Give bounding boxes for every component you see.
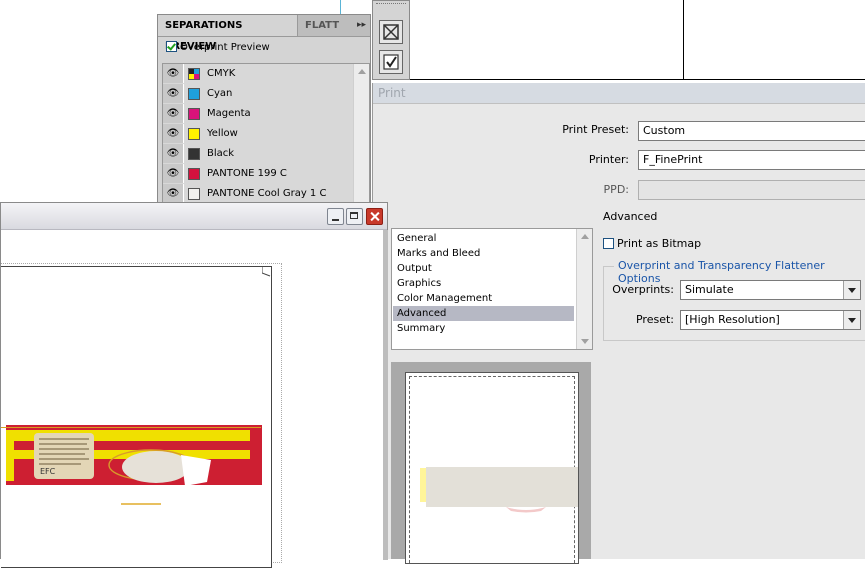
print-dialog: Print Print Preset: Custom Printer: F_Fi… [372,83,865,564]
tab-flattener-preview[interactable]: FLATT [298,15,348,36]
overprints-label: Overprints: [612,283,674,296]
document-scrollbar[interactable] [383,230,388,560]
dialog-title: Print [373,83,865,104]
category-item[interactable]: Summary [393,321,574,336]
label-code-text: EFC [40,467,56,476]
overprints-value: Simulate [685,283,734,296]
preset-select[interactable]: [High Resolution] [680,310,861,330]
print-as-bitmap-checkbox[interactable]: Print as Bitmap [603,237,701,250]
section-title: Advanced [603,210,658,223]
eye-icon[interactable]: 👁 [163,184,184,203]
category-item[interactable]: General [393,231,574,246]
panel-menu-icon[interactable]: ▸▸ [357,15,366,36]
print-preview-page [405,372,579,564]
maximize-icon[interactable] [346,208,363,225]
separation-row[interactable]: 👁 Cyan [163,84,353,105]
page-boundary-line [340,0,341,14]
overprints-select[interactable]: Simulate [680,280,861,300]
overprint-flattener-group: Overprint and Transparency Flattener Opt… [603,259,865,341]
print-preset-label: Print Preset: [562,123,629,136]
separation-name: PANTONE 199 C [207,168,287,179]
print-preview-artwork [420,467,578,513]
page-corner-fold [262,266,271,277]
category-item[interactable]: Output [393,261,574,276]
separation-name: PANTONE Cool Gray 1 C [207,188,327,199]
category-item[interactable]: Marks and Bleed [393,246,574,261]
print-preset-value: Custom [643,124,686,137]
eye-icon[interactable]: 👁 [163,124,184,143]
scroll-down-icon[interactable] [581,339,589,344]
color-swatch-icon [188,148,200,160]
print-preset-select[interactable]: Custom [638,121,865,141]
eye-icon[interactable]: 👁 [163,84,184,103]
scroll-up-icon[interactable] [581,234,589,239]
document-window: EFC [0,202,388,568]
close-icon[interactable] [366,208,383,225]
separation-name: CMYK [207,68,236,79]
separation-row[interactable]: 👁 CMYK [163,64,353,85]
category-item[interactable]: Color Management [393,291,574,306]
eye-icon[interactable]: 👁 [163,144,184,163]
printer-value: F_FinePrint [643,153,703,166]
separation-name: Yellow [207,128,238,139]
overprint-preview-label: Overprint Preview [180,42,270,53]
checkmark-icon [383,54,399,70]
color-swatch-icon [188,128,200,140]
separation-row[interactable]: 👁 Yellow [163,124,353,145]
category-item[interactable]: Advanced [393,306,574,321]
color-swatch-icon [188,68,200,80]
separations-scrollbar[interactable] [353,64,369,204]
ppd-select [638,180,865,200]
document-canvas[interactable]: EFC [1,230,383,568]
color-swatch-icon [188,108,200,120]
color-swatch-icon [188,188,200,200]
printer-select[interactable]: F_FinePrint [638,150,865,170]
crossed-square-icon [383,24,399,40]
print-preview-frame [391,362,591,564]
separation-name: Black [207,148,235,159]
minimize-icon[interactable] [327,208,344,225]
separations-list: 👁 CMYK 👁 Cyan 👁 Magenta 👁 Yellow 👁 Black 👁 PANTONE … [162,63,370,205]
separation-row[interactable]: 👁 Black [163,144,353,165]
overprint-preview-checkbox[interactable]: Overprint Preview [166,41,270,55]
print-as-bitmap-label: Print as Bitmap [617,237,702,250]
tool-strip [372,0,410,80]
printer-label: Printer: [588,153,629,166]
flattener-toggle-button[interactable] [379,20,403,44]
eye-icon[interactable]: 👁 [163,164,184,183]
preset-label: Preset: [635,313,674,326]
separation-name: Cyan [207,88,233,99]
panel-tab-bar: SEPARATIONS PREVIEW FLATT ▸▸ [158,15,370,52]
separations-preview-panel: SEPARATIONS PREVIEW FLATT ▸▸ Overprint P… [157,14,371,205]
eye-icon[interactable]: 👁 [163,64,184,83]
chevron-down-icon[interactable] [843,311,860,329]
separation-name: Magenta [207,108,251,119]
category-list: General Marks and Bleed Output Graphics Colo… [391,228,593,350]
strip-grip[interactable] [376,3,406,9]
category-item[interactable]: Graphics [393,276,574,291]
checkbox-icon[interactable] [166,41,177,52]
preset-value: [High Resolution] [685,313,780,326]
page-boundary-line [410,79,865,80]
page-boundary-line [683,0,684,80]
window-title-bar[interactable] [1,203,387,230]
checkmark-toggle-button[interactable] [379,50,403,74]
checkbox-icon[interactable] [603,238,614,249]
separation-row[interactable]: 👁 PANTONE 199 C [163,164,353,185]
tab-separations-preview[interactable]: SEPARATIONS PREVIEW [158,15,298,52]
category-scrollbar[interactable] [576,229,592,349]
chevron-down-icon[interactable] [843,281,860,299]
scroll-up-icon[interactable] [358,69,366,74]
separation-row[interactable]: 👁 Magenta [163,104,353,125]
color-swatch-icon [188,168,200,180]
color-swatch-icon [188,88,200,100]
ppd-label: PPD: [603,183,629,196]
eye-icon[interactable]: 👁 [163,104,184,123]
